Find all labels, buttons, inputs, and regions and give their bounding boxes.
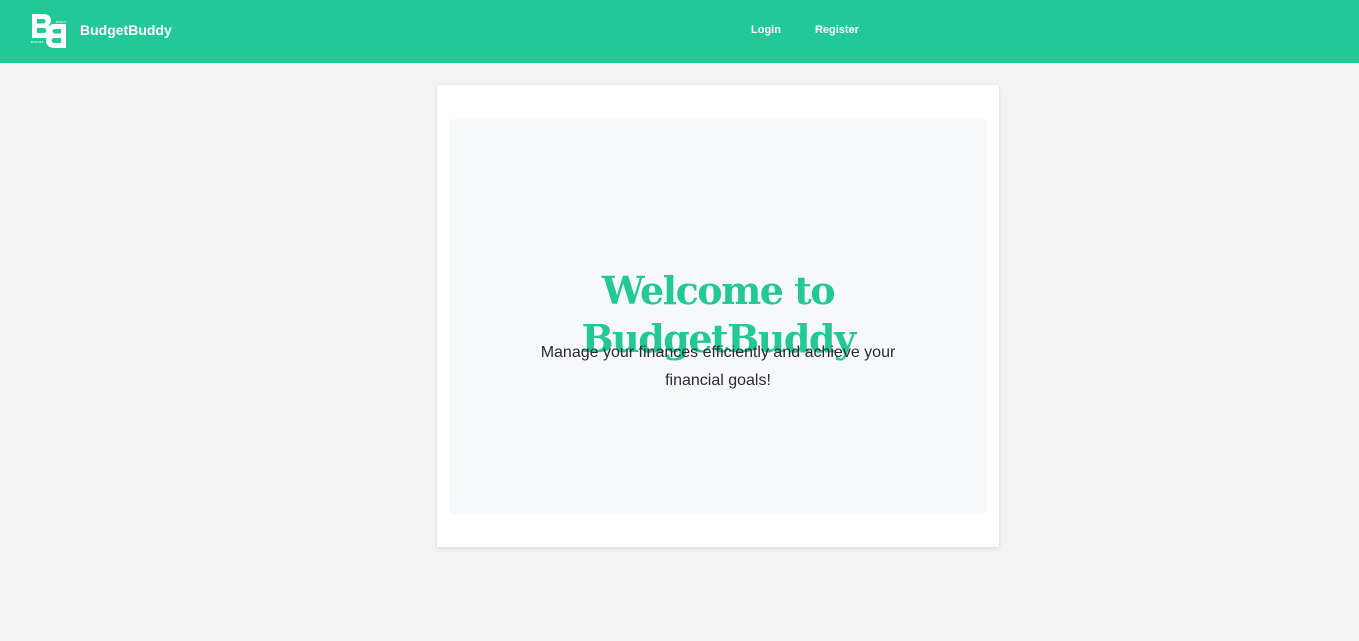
nav-links: Login Register bbox=[751, 23, 893, 37]
budgetbuddy-logo-icon: BUDGET BUDDY bbox=[31, 14, 67, 48]
hero-subtitle-line1: Manage your finances efficiently and ach… bbox=[540, 344, 896, 361]
welcome-card: Welcome to BudgetBuddy Manage your finan… bbox=[437, 85, 999, 547]
login-link[interactable]: Login bbox=[751, 23, 781, 37]
logo-tiny-text-right: BUDDY bbox=[56, 20, 67, 24]
brand-home-link[interactable]: BUDGET BUDDY BudgetBuddy bbox=[30, 12, 172, 50]
brand-name: BudgetBuddy bbox=[80, 22, 172, 38]
hero-section: Welcome to BudgetBuddy Manage your finan… bbox=[449, 119, 987, 514]
register-link[interactable]: Register bbox=[815, 23, 859, 37]
hero-title-line1: Welcome to bbox=[601, 268, 836, 313]
top-navbar: BUDGET BUDDY BudgetBuddy Login Register bbox=[0, 0, 1359, 63]
hero-subtitle: Manage your finances efficiently and ach… bbox=[518, 339, 918, 395]
hero-subtitle-line2: financial goals! bbox=[665, 372, 771, 389]
logo-tiny-text-left: BUDGET bbox=[31, 40, 44, 44]
